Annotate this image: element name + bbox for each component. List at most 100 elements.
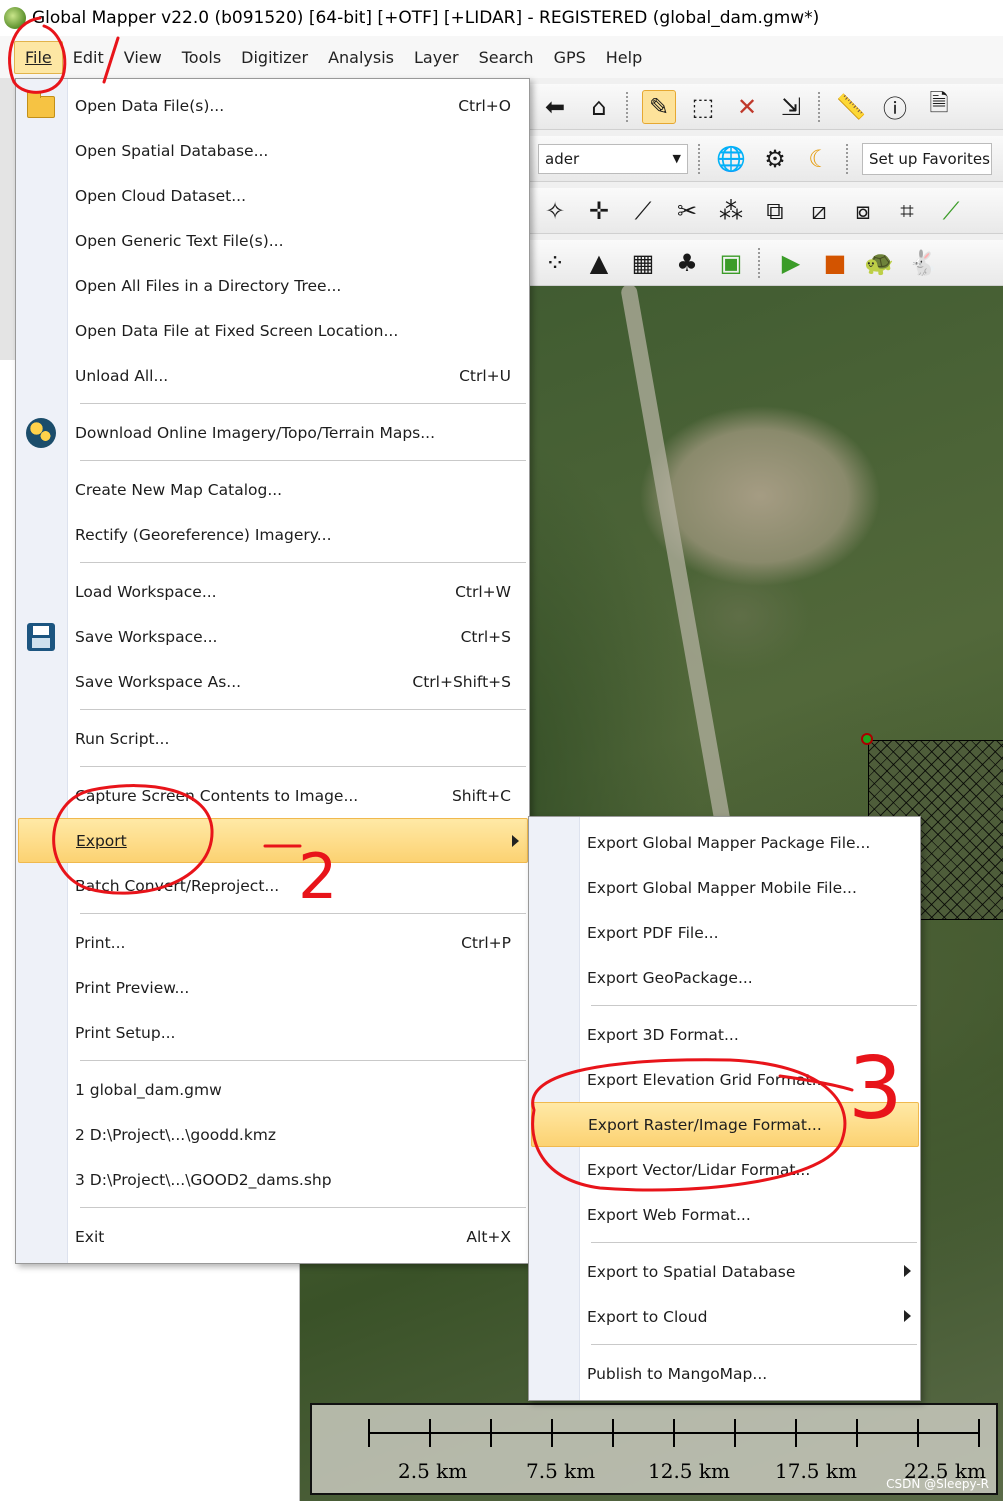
export-geopackage-item[interactable]: Export GeoPackage... xyxy=(531,955,919,1000)
ruler-icon[interactable]: 📏 xyxy=(834,90,868,124)
move-icon[interactable]: ⇲ xyxy=(774,90,808,124)
river-feature xyxy=(620,286,733,838)
menu-digitizer[interactable]: Digitizer xyxy=(231,42,318,73)
export-submenu: Export Global Mapper Package File... Exp… xyxy=(528,816,921,1401)
open-spatial-database-item[interactable]: Open Spatial Database... xyxy=(18,128,528,173)
terrain-points-icon[interactable]: ⁘ xyxy=(538,246,572,280)
menu-help[interactable]: Help xyxy=(596,42,652,73)
rectify-imagery-item[interactable]: Rectify (Georeference) Imagery... xyxy=(18,512,528,557)
menu-bar: File Edit View Tools Digitizer Analysis … xyxy=(0,36,1003,78)
toolbar-row-3: ✧ ✛ ⟋ ✂ ⁂ ⧉ ⧄ ⧇ ⌗ ⟋ xyxy=(530,188,1003,234)
tree-icon[interactable]: ♣ xyxy=(670,246,704,280)
watermark: CSDN @Sleepy-R xyxy=(886,1477,989,1491)
recent-file-1-item[interactable]: 1 global_dam.gmw xyxy=(18,1067,528,1112)
toolbar-grip[interactable] xyxy=(758,247,764,278)
building-icon[interactable]: ▦ xyxy=(626,246,660,280)
open-fixed-location-item[interactable]: Open Data File at Fixed Screen Location.… xyxy=(18,308,528,353)
load-workspace-item[interactable]: Load Workspace... Ctrl+W xyxy=(18,569,528,614)
export-vector-lidar-item[interactable]: Export Vector/Lidar Format... xyxy=(531,1147,919,1192)
print-item[interactable]: Print... Ctrl+P xyxy=(18,920,528,965)
open-directory-tree-item[interactable]: Open All Files in a Directory Tree... xyxy=(18,263,528,308)
toolbar-grip[interactable] xyxy=(626,91,632,122)
recent-file-2-item[interactable]: 2 D:\Project\...\goodd.kmz xyxy=(18,1112,528,1157)
run-script-item[interactable]: Run Script... xyxy=(18,716,528,761)
favorites-button[interactable]: Set up Favorites xyxy=(862,142,992,175)
document-icon[interactable]: 🗎 xyxy=(922,89,956,124)
menu-edit[interactable]: Edit xyxy=(63,42,114,73)
menu-separator xyxy=(80,562,526,563)
menu-separator xyxy=(80,709,526,710)
crop-icon[interactable]: ⌗ xyxy=(890,194,924,228)
stop-icon[interactable]: ■ xyxy=(818,246,852,280)
pencil-icon[interactable]: ✎ xyxy=(642,89,676,124)
measure-icon[interactable]: ⟋ xyxy=(934,194,968,228)
export-package-item[interactable]: Export Global Mapper Package File... xyxy=(531,820,919,865)
download-online-imagery-item[interactable]: Download Online Imagery/Topo/Terrain Map… xyxy=(18,410,528,455)
print-preview-item[interactable]: Print Preview... xyxy=(18,965,528,1010)
snap-icon[interactable]: ✧ xyxy=(538,194,572,228)
home-icon[interactable]: ⌂ xyxy=(582,90,616,124)
toolbar-row-1: ⬅ ⌂ ✎ ⬚ ✕ ⇲ 📏 ⓘ 🗎 xyxy=(530,84,1003,130)
turtle-icon[interactable]: 🐢 xyxy=(862,246,896,280)
toolbar-grip[interactable] xyxy=(818,91,824,122)
export-spatial-database-item[interactable]: Export to Spatial Database xyxy=(531,1249,919,1294)
mountain-icon[interactable]: ▲ xyxy=(582,246,616,280)
export-pdf-item[interactable]: Export PDF File... xyxy=(531,910,919,955)
shader-select[interactable]: ader ▼ xyxy=(538,143,688,174)
scale-label: 17.5 km xyxy=(775,1459,857,1483)
gear-icon[interactable]: ⚙ xyxy=(758,142,792,176)
create-map-catalog-item[interactable]: Create New Map Catalog... xyxy=(18,467,528,512)
select-icon[interactable]: ⬚ xyxy=(686,90,720,124)
menu-analysis[interactable]: Analysis xyxy=(318,42,404,73)
submenu-arrow-icon xyxy=(512,835,519,847)
menu-view[interactable]: View xyxy=(114,42,172,73)
landcover-icon[interactable]: ▣ xyxy=(714,246,748,280)
menu-separator xyxy=(80,766,526,767)
batch-convert-item[interactable]: Batch Convert/Reproject... xyxy=(18,863,528,908)
export-elevation-grid-item[interactable]: Export Elevation Grid Format... xyxy=(531,1057,919,1102)
exit-item[interactable]: Exit Alt+X xyxy=(18,1214,528,1259)
export-raster-image-item[interactable]: Export Raster/Image Format... xyxy=(531,1102,919,1147)
unload-all-item[interactable]: Unload All... Ctrl+U xyxy=(18,353,528,398)
toolbar-grip[interactable] xyxy=(846,143,852,174)
recent-file-3-item[interactable]: 3 D:\Project\...\GOOD2_dams.shp xyxy=(18,1157,528,1202)
line-icon[interactable]: ⟋ xyxy=(626,194,660,228)
shape-icon[interactable]: ⧇ xyxy=(846,194,880,228)
export-mobile-item[interactable]: Export Global Mapper Mobile File... xyxy=(531,865,919,910)
delete-icon[interactable]: ✕ xyxy=(730,90,764,124)
open-cloud-dataset-item[interactable]: Open Cloud Dataset... xyxy=(18,173,528,218)
save-workspace-as-item[interactable]: Save Workspace As... Ctrl+Shift+S xyxy=(18,659,528,704)
join-icon[interactable]: ⧉ xyxy=(758,194,792,228)
points-icon[interactable]: ⁂ xyxy=(714,194,748,228)
back-arrow-icon[interactable]: ⬅ xyxy=(538,90,572,124)
rabbit-icon[interactable]: 🐇 xyxy=(906,246,940,280)
submenu-arrow-icon xyxy=(904,1265,911,1277)
publish-mangomap-item[interactable]: Publish to MangoMap... xyxy=(531,1351,919,1396)
menu-search[interactable]: Search xyxy=(469,42,544,73)
split-icon[interactable]: ⧄ xyxy=(802,194,836,228)
export-item[interactable]: Export xyxy=(18,818,528,863)
print-setup-item[interactable]: Print Setup... xyxy=(18,1010,528,1055)
menu-separator xyxy=(80,1060,526,1061)
menu-separator xyxy=(591,1242,917,1243)
menu-layer[interactable]: Layer xyxy=(404,42,469,73)
export-web-item[interactable]: Export Web Format... xyxy=(531,1192,919,1237)
open-data-files-item[interactable]: Open Data File(s)... Ctrl+O xyxy=(18,83,528,128)
scissors-icon[interactable]: ✂ xyxy=(670,194,704,228)
open-generic-text-item[interactable]: Open Generic Text File(s)... xyxy=(18,218,528,263)
capture-screen-item[interactable]: Capture Screen Contents to Image... Shif… xyxy=(18,773,528,818)
moon-icon[interactable]: ☾ xyxy=(802,142,836,176)
info-icon[interactable]: ⓘ xyxy=(878,90,912,124)
menu-gps[interactable]: GPS xyxy=(544,42,596,73)
play-icon[interactable]: ▶ xyxy=(774,246,808,280)
menu-tools[interactable]: Tools xyxy=(172,42,231,73)
menu-file[interactable]: File xyxy=(14,40,63,74)
toolbar-grip[interactable] xyxy=(698,143,704,174)
export-3d-item[interactable]: Export 3D Format... xyxy=(531,1012,919,1057)
save-workspace-item[interactable]: Save Workspace... Ctrl+S xyxy=(18,614,528,659)
vertex-icon[interactable]: ✛ xyxy=(582,194,616,228)
toolbar-row-2: ader ▼ 🌐 ⚙ ☾ Set up Favorites xyxy=(530,136,1003,182)
web-globe-icon[interactable]: 🌐 xyxy=(714,142,748,176)
vertex-marker[interactable] xyxy=(861,733,873,745)
export-cloud-item[interactable]: Export to Cloud xyxy=(531,1294,919,1339)
